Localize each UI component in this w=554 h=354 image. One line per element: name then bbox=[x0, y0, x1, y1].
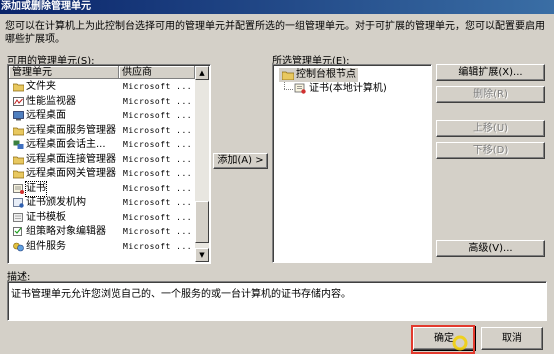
snapin-vendor: Microsoft ... bbox=[123, 183, 193, 193]
folder-icon bbox=[13, 127, 24, 135]
snapin-rows: 文件夹 Microsoft ... 性能监视器 Microsoft ... 远程桌面 Mi… bbox=[10, 80, 196, 254]
tree-node-console-root-label: 控制台根节点 bbox=[296, 69, 356, 80]
scroll-thumb[interactable] bbox=[195, 201, 209, 243]
snapin-name: 证书模板 bbox=[26, 211, 66, 223]
tree-node-certificates-label: 证书(本地计算机) bbox=[309, 83, 387, 94]
remove-button[interactable]: 删除(R) bbox=[436, 86, 545, 103]
snapin-row[interactable]: 性能监视器 Microsoft ... bbox=[10, 95, 196, 110]
edit-extensions-button[interactable]: 编辑扩展(X)... bbox=[436, 64, 545, 81]
snapin-row[interactable]: 证书模板 Microsoft ... bbox=[10, 211, 196, 226]
description-box: 证书管理单元允许您浏览自己的、一个服务的或一台计算机的证书存储内容。 bbox=[7, 281, 547, 321]
snapin-vendor: Microsoft ... bbox=[123, 125, 193, 135]
column-header-vendor[interactable]: 供应商 bbox=[119, 66, 195, 79]
snapin-row[interactable]: 证书颁发机构 Microsoft ... bbox=[10, 196, 196, 211]
certificate-authority-icon bbox=[13, 198, 24, 208]
folder-icon bbox=[13, 156, 24, 164]
snapin-row[interactable]: 远程桌面连接管理器 Microsoft ... bbox=[10, 153, 196, 168]
add-button[interactable]: 添加(A) > bbox=[213, 153, 268, 169]
vertical-scrollbar[interactable]: ▲ ▼ bbox=[195, 66, 209, 262]
tree-node-certificates[interactable]: 证书(本地计算机) bbox=[292, 82, 387, 96]
tree-node-console-root[interactable]: 控制台根节点 bbox=[279, 68, 358, 82]
snapin-vendor: Microsoft ... bbox=[123, 140, 193, 149]
snapin-row[interactable]: 远程桌面服务管理器 Microsoft ... bbox=[10, 124, 196, 139]
available-snapins-list[interactable]: 管理单元 供应商 文件夹 Microsoft ... 性能监视器 Microsoft … bbox=[7, 64, 211, 264]
selected-snapins-tree[interactable]: 控制台根节点 证书(本地计算机) bbox=[272, 64, 432, 263]
scroll-up-button[interactable]: ▲ bbox=[195, 66, 209, 80]
snapin-vendor: Microsoft ... bbox=[123, 212, 193, 222]
snapin-row[interactable]: 证书 Microsoft ... bbox=[10, 180, 196, 197]
performance-monitor-icon bbox=[13, 96, 24, 106]
snapin-vendor: Microsoft ... bbox=[123, 198, 193, 207]
description-text: 证书管理单元允许您浏览自己的、一个服务的或一台计算机的证书存储内容。 bbox=[11, 289, 351, 300]
snapin-vendor: Microsoft ... bbox=[123, 241, 193, 251]
window-title: 添加或删除管理单元 bbox=[1, 1, 91, 12]
snapin-name: 远程桌面网关管理器 bbox=[26, 168, 116, 179]
snapin-row[interactable]: 远程桌面 Microsoft ... bbox=[10, 109, 196, 124]
tree-connector bbox=[284, 82, 286, 89]
snapin-vendor: Microsoft ... bbox=[123, 154, 193, 164]
folder-icon bbox=[13, 170, 24, 179]
folder-icon bbox=[13, 83, 24, 92]
scroll-down-button[interactable]: ▼ bbox=[195, 248, 209, 262]
snapin-row[interactable]: 文件夹 Microsoft ... bbox=[10, 80, 196, 95]
snapin-name: 远程桌面服务管理器 bbox=[26, 124, 116, 136]
snapin-row[interactable]: 远程桌面会话主... Microsoft ... bbox=[10, 138, 196, 153]
folder-icon bbox=[282, 71, 294, 80]
intro-text: 您可以在计算机上为此控制台选择可用的管理单元并配置所选的一组管理单元。对于可扩展… bbox=[5, 21, 545, 45]
snapin-vendor: Microsoft ... bbox=[123, 82, 193, 91]
snapin-name: 组策略对象编辑器 bbox=[26, 226, 106, 237]
snapin-name: 组件服务 bbox=[26, 240, 66, 252]
snapin-name: 远程桌面会话主... bbox=[26, 139, 106, 150]
cursor-hover-icon bbox=[452, 335, 468, 351]
certificate-template-icon bbox=[13, 212, 23, 222]
snapin-vendor: Microsoft ... bbox=[123, 227, 193, 236]
remote-desktop-icon bbox=[13, 111, 24, 121]
move-up-button[interactable]: 上移(U) bbox=[436, 120, 545, 137]
snapin-vendor: Microsoft ... bbox=[123, 111, 193, 120]
snapin-row[interactable]: 远程桌面网关管理器 Microsoft ... bbox=[10, 167, 196, 182]
snapin-name: 远程桌面连接管理器 bbox=[26, 153, 116, 165]
advanced-button[interactable]: 高级(V)... bbox=[436, 240, 545, 257]
session-host-icon bbox=[13, 140, 24, 149]
certificate-icon bbox=[294, 83, 306, 94]
snapin-row[interactable]: 组策略对象编辑器 Microsoft ... bbox=[10, 225, 196, 240]
snapin-name: 证书颁发机构 bbox=[26, 197, 86, 208]
snapin-row[interactable]: 组件服务 Microsoft ... bbox=[10, 240, 196, 255]
snapin-vendor: Microsoft ... bbox=[123, 169, 193, 178]
group-policy-icon bbox=[13, 227, 22, 236]
column-header-name[interactable]: 管理单元 bbox=[9, 66, 119, 79]
certificate-icon bbox=[13, 183, 24, 194]
snapin-name: 文件夹 bbox=[26, 81, 56, 92]
move-down-button[interactable]: 下移(D) bbox=[436, 142, 545, 159]
snapin-name: 远程桌面 bbox=[26, 110, 66, 121]
cancel-button[interactable]: 取消 bbox=[481, 327, 543, 350]
snapin-name: 证书 bbox=[25, 180, 47, 197]
snapin-vendor: Microsoft ... bbox=[123, 96, 193, 106]
title-bar: 添加或删除管理单元 bbox=[0, 0, 554, 14]
snapin-name: 性能监视器 bbox=[26, 95, 76, 107]
component-services-icon bbox=[13, 242, 24, 251]
